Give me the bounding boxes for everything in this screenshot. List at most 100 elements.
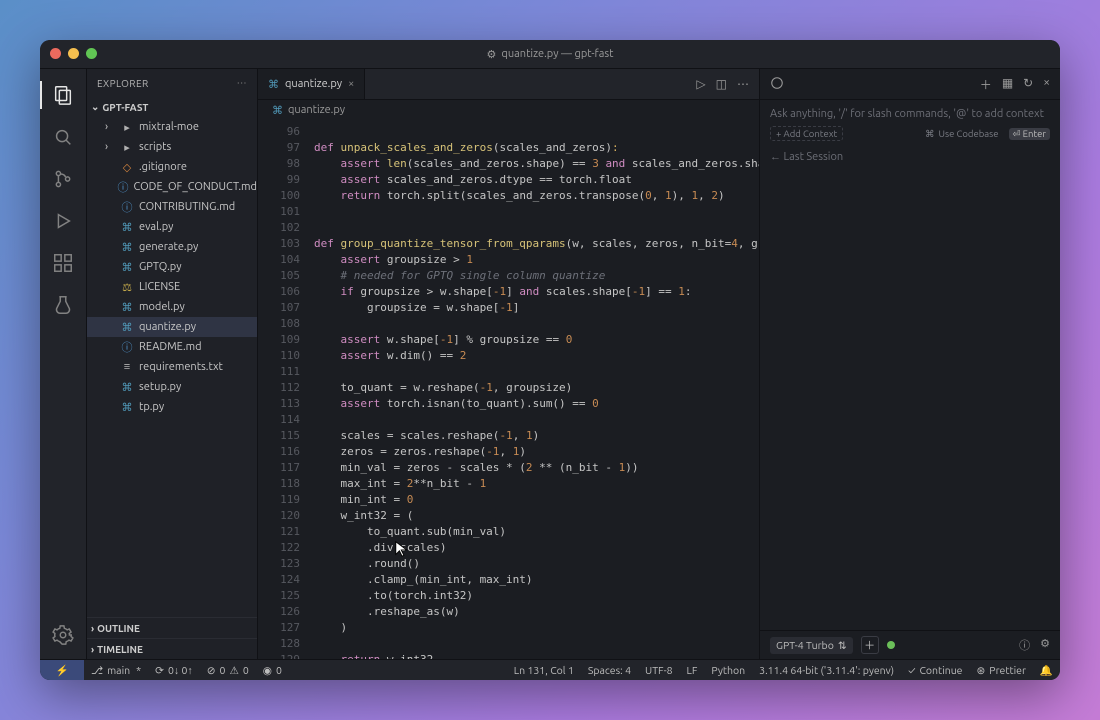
explorer-sidebar: EXPLORER ⋯ ⌄ GPT-FAST ›▸mixtral-moe › ▸ scr… (87, 69, 258, 659)
close-window-button[interactable] (50, 48, 61, 59)
md-file-icon: ⓘ (120, 199, 134, 215)
chevron-updown-icon: ⇅ (838, 639, 847, 652)
ports[interactable]: ◉0 (256, 660, 289, 680)
settings-activity[interactable] (40, 615, 86, 655)
py-file-icon: ⌘ (120, 301, 134, 314)
py-file-icon: ⌘ (120, 321, 134, 334)
prettier-icon: ⊛ (976, 664, 985, 677)
sidebar-item-label: scripts (139, 141, 171, 153)
extensions-activity[interactable] (40, 243, 86, 283)
python-file-icon: ⚙ (487, 48, 497, 61)
sidebar-item-model-py[interactable]: ⌘ model.py (87, 297, 257, 317)
sidebar-item-label: model.py (139, 301, 185, 313)
git-branch[interactable]: ⎇main* (84, 660, 148, 680)
more-icon[interactable]: ⋯ (737, 77, 749, 91)
last-session-link[interactable]: ← Last Session (770, 151, 843, 163)
python-file-icon: ⌘ (268, 78, 279, 91)
sidebar-item-code_of_conduct-md[interactable]: ⓘ CODE_OF_CONDUCT.md (87, 177, 257, 197)
sidebar-item-setup-py[interactable]: ⌘setup.py (87, 377, 257, 397)
add-context-chip[interactable]: + Add Context (770, 126, 843, 141)
md-file-icon: ⓘ (118, 179, 129, 195)
chevron-down-icon: ⌄ (91, 101, 99, 113)
layout-icon[interactable]: ▦ (1002, 76, 1013, 93)
chat-icon[interactable] (770, 76, 784, 93)
indentation[interactable]: Spaces: 4 (581, 664, 638, 676)
sidebar-item-generate-py[interactable]: ⌘generate.py (87, 237, 257, 257)
txt-file-icon: ≡ (120, 361, 134, 373)
sidebar-item-label: generate.py (139, 241, 198, 253)
py-file-icon: ⌘ (120, 221, 134, 234)
py-file-icon: ⌘ (120, 261, 134, 274)
outline-section[interactable]: ›OUTLINE (87, 617, 257, 638)
py-file-icon: ⌘ (120, 401, 134, 414)
code-editor[interactable]: 9697989910010110210310410510610710810911… (258, 120, 759, 659)
history-icon[interactable]: ↻ (1023, 76, 1033, 93)
minimize-window-button[interactable] (68, 48, 79, 59)
sidebar-item-requirements-txt[interactable]: ≡ requirements.txt (87, 357, 257, 377)
problems[interactable]: ⊘0 ⚠0 (200, 660, 256, 680)
sidebar-item-label: tp.py (139, 401, 164, 413)
add-model-button[interactable]: ＋ (861, 636, 879, 654)
close-tab-icon[interactable]: × (348, 78, 354, 90)
sidebar-item-label: setup.py (139, 381, 181, 393)
window-title: quantize.py — gpt-fast (501, 48, 613, 60)
use-codebase-toggle[interactable]: ⌘Use Codebase (925, 128, 999, 140)
close-panel-icon[interactable]: × (1043, 76, 1050, 93)
encoding[interactable]: UTF-8 (638, 664, 680, 676)
explorer-activity[interactable] (40, 75, 86, 115)
search-activity[interactable] (40, 117, 86, 157)
sidebar-item-label: README.md (139, 341, 202, 353)
sidebar-item-label: CONTRIBUTING.md (139, 201, 235, 213)
run-debug-activity[interactable] (40, 201, 86, 241)
help-icon[interactable]: ⓘ (1019, 637, 1030, 653)
explorer-header: EXPLORER (97, 78, 149, 89)
sidebar-item-label: requirements.txt (139, 361, 223, 373)
lic-file-icon: ⚖ (120, 281, 134, 294)
sidebar-item--gitignore[interactable]: ◇.gitignore (87, 157, 257, 177)
run-icon[interactable]: ▷ (696, 77, 705, 91)
sidebar-item-tp-py[interactable]: ⌘ tp.py (87, 397, 257, 417)
chat-input[interactable]: Ask anything, '/' for slash commands, '@… (770, 108, 1050, 120)
language-mode[interactable]: Python (704, 664, 752, 676)
activity-bar (40, 69, 87, 659)
md-file-icon: ⓘ (120, 339, 134, 355)
git-file-icon: ◇ (120, 161, 134, 174)
sidebar-item-label: GPTQ.py (139, 261, 182, 273)
sidebar-item-scripts[interactable]: › ▸ scripts (87, 137, 257, 157)
chevron-right-icon: › (105, 141, 115, 153)
breadcrumb[interactable]: quantize.py (288, 104, 345, 116)
warning-icon: ⚠ (229, 664, 238, 677)
remote-indicator[interactable]: ⚡ (40, 660, 84, 680)
python-file-icon: ⌘ (272, 104, 283, 117)
status-dot-icon (887, 641, 895, 649)
branch-icon: ⎇ (91, 664, 103, 677)
testing-activity[interactable] (40, 285, 86, 325)
sidebar-item-license[interactable]: ⚖LICENSE (87, 277, 257, 297)
workspace-folder-header[interactable]: ⌄ GPT-FAST (87, 97, 257, 117)
cursor-position[interactable]: Ln 131, Col 1 (507, 664, 581, 676)
source-control-activity[interactable] (40, 159, 86, 199)
sidebar-item-gptq-py[interactable]: ⌘ GPTQ.py (87, 257, 257, 277)
sidebar-item-contributing-md[interactable]: ⓘ CONTRIBUTING.md (87, 197, 257, 217)
sidebar-item-eval-py[interactable]: ⌘ eval.py (87, 217, 257, 237)
sidebar-item-quantize-py[interactable]: ⌘quantize.py (87, 317, 257, 337)
new-chat-icon[interactable]: ＋ (980, 76, 992, 93)
more-icon[interactable]: ⋯ (237, 77, 247, 89)
settings-icon[interactable]: ⚙ (1040, 637, 1050, 653)
prettier-extension[interactable]: ⊛Prettier (969, 664, 1032, 677)
timeline-section[interactable]: ›TIMELINE (87, 638, 257, 659)
continue-extension[interactable]: ✓Continue (901, 664, 969, 676)
model-selector[interactable]: GPT-4 Turbo ⇅ (770, 637, 853, 654)
folder-file-icon: ▸ (120, 141, 134, 154)
sidebar-item-readme-md[interactable]: ⓘ README.md (87, 337, 257, 357)
tab-quantize[interactable]: ⌘ quantize.py × (258, 69, 365, 99)
notifications-icon[interactable]: 🔔 (1033, 664, 1060, 677)
sidebar-item-label: CODE_OF_CONDUCT.md (134, 181, 257, 193)
eol[interactable]: LF (680, 664, 705, 676)
zoom-window-button[interactable] (86, 48, 97, 59)
git-sync[interactable]: ⟳0↓ 0↑ (148, 660, 200, 680)
python-interpreter[interactable]: 3.11.4 64-bit ('3.11.4': pyenv) (752, 664, 901, 676)
sidebar-item-mixtral-moe[interactable]: ›▸mixtral-moe (87, 117, 257, 137)
split-editor-icon[interactable]: ◫ (716, 77, 727, 91)
sidebar-item-label: eval.py (139, 221, 173, 233)
